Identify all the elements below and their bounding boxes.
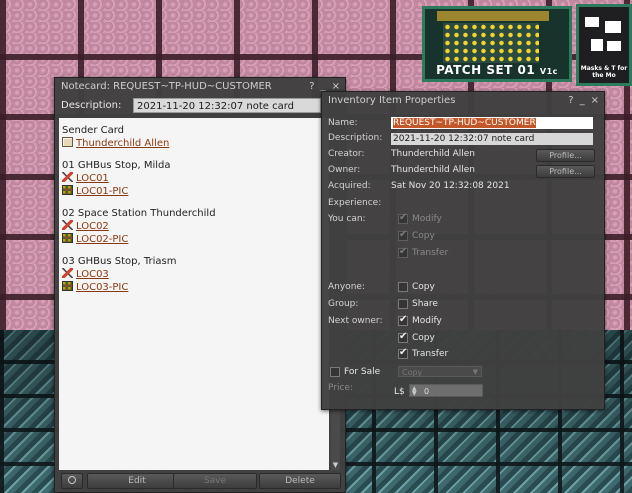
- landmark-icon: [62, 172, 73, 182]
- patch-set-header: [437, 11, 549, 21]
- patch-set-label: PATCH SET 01: [436, 63, 536, 77]
- entry-heading: 03 GHBus Stop, Triasm: [62, 256, 177, 267]
- creator-profile-button[interactable]: Profile...: [536, 149, 595, 162]
- description-label: Description:: [328, 133, 383, 143]
- name-value: REQUEST~TP-HUD~CUSTOMER: [393, 118, 536, 128]
- name-label: Name:: [328, 118, 358, 128]
- anyone-label: Anyone:: [328, 282, 365, 292]
- group-share-checkbox[interactable]: [398, 299, 408, 309]
- save-button[interactable]: Save: [173, 473, 257, 489]
- price-label: Price:: [328, 383, 353, 393]
- masks-shapes: [585, 17, 625, 57]
- currency-label: L$: [394, 387, 405, 397]
- spinner-icon[interactable]: ▲ ▼: [412, 386, 417, 397]
- edit-button[interactable]: Edit: [87, 473, 187, 489]
- patch-set-board: PATCH SET 01 V1c: [422, 6, 572, 82]
- landmark-icon: [62, 220, 73, 230]
- texture-icon: [62, 185, 73, 195]
- delete-button[interactable]: Delete: [259, 473, 341, 489]
- you-can-label: You can:: [328, 214, 366, 224]
- texture-link[interactable]: LOC02-PIC: [76, 234, 128, 245]
- owner-value: Thunderchild Allen: [391, 165, 475, 175]
- name-input[interactable]: REQUEST~TP-HUD~CUSTOMER: [391, 117, 593, 129]
- for-sale-label: For Sale: [344, 367, 381, 377]
- creator-value: Thunderchild Allen: [391, 149, 475, 159]
- texture-link[interactable]: LOC03-PIC: [76, 282, 128, 293]
- sender-label: Sender Card: [62, 125, 125, 136]
- next-owner-modify-label: Modify: [412, 316, 442, 326]
- notecard-titlebar[interactable]: Notecard: REQUEST~TP-HUD~CUSTOMER ? _ ×: [55, 78, 345, 95]
- masks-label: Masks & T for the Mo: [580, 65, 628, 79]
- you-can-transfer-label: Transfer: [412, 248, 449, 258]
- price-input[interactable]: ▲ ▼ 0: [409, 384, 483, 397]
- description-label: Description:: [61, 100, 122, 111]
- landmark-link[interactable]: LOC01: [76, 173, 109, 184]
- sale-type-value: Copy: [402, 368, 423, 377]
- texture-icon: [62, 233, 73, 243]
- close-button[interactable]: ×: [591, 95, 599, 106]
- next-owner-label: Next owner:: [328, 316, 383, 326]
- notecard-title: Notecard: REQUEST~TP-HUD~CUSTOMER: [61, 81, 272, 92]
- properties-titlebar[interactable]: Inventory Item Properties ? _ ×: [322, 92, 604, 109]
- owner-label: Owner:: [328, 165, 361, 175]
- next-owner-copy-checkbox[interactable]: [398, 331, 408, 343]
- landmark-icon: [62, 268, 73, 278]
- you-can-modify-label: Modify: [412, 214, 442, 224]
- for-sale-checkbox[interactable]: [330, 367, 340, 377]
- texture-link[interactable]: LOC01-PIC: [76, 186, 128, 197]
- notecard-window: Notecard: REQUEST~TP-HUD~CUSTOMER ? _ × De…: [54, 77, 346, 493]
- creator-label: Creator:: [328, 149, 365, 159]
- scroll-down-icon[interactable]: ▼: [331, 460, 340, 470]
- help-button[interactable]: ?: [568, 95, 573, 106]
- next-owner-transfer-checkbox[interactable]: [398, 347, 408, 359]
- search-button[interactable]: [61, 473, 83, 489]
- landmark-link[interactable]: LOC02: [76, 221, 109, 232]
- chevron-down-icon: ▼: [472, 368, 478, 376]
- entry-heading: 01 GHBus Stop, Milda: [62, 160, 171, 171]
- experience-label: Experience:: [328, 198, 382, 208]
- next-owner-modify-checkbox[interactable]: [398, 314, 408, 326]
- description-row: Description: 2021-11-20 12:32:07 note ca…: [55, 96, 345, 116]
- patch-set-grid: [443, 23, 539, 63]
- you-can-modify-checkbox: [398, 212, 408, 224]
- description-input[interactable]: 2021-11-20 12:32:07 note card: [391, 133, 593, 145]
- calling-card-icon: [62, 137, 73, 147]
- you-can-transfer-checkbox: [398, 246, 408, 258]
- patch-set-sublabel: V1c: [539, 67, 558, 76]
- notecard-button-bar: Edit Save Delete: [55, 472, 345, 492]
- price-value: 0: [424, 387, 430, 396]
- entry-heading: 02 Space Station Thunderchild: [62, 208, 216, 219]
- next-owner-copy-label: Copy: [412, 333, 435, 343]
- group-label: Group:: [328, 299, 359, 309]
- next-owner-transfer-label: Transfer: [412, 349, 449, 359]
- properties-title: Inventory Item Properties: [328, 95, 456, 106]
- properties-window: Inventory Item Properties ? _ × Name: REQU…: [321, 91, 605, 410]
- landmark-link[interactable]: LOC03: [76, 269, 109, 280]
- acquired-value: Sat Nov 20 12:32:08 2021: [391, 181, 510, 191]
- help-button[interactable]: ?: [309, 81, 314, 92]
- sender-link[interactable]: Thunderchild Allen: [76, 138, 169, 149]
- texture-icon: [62, 281, 73, 291]
- anyone-copy-label: Copy: [412, 282, 435, 292]
- you-can-copy-label: Copy: [412, 231, 435, 241]
- sale-type-dropdown[interactable]: Copy ▼: [398, 366, 482, 377]
- minimize-button[interactable]: _: [580, 95, 585, 106]
- anyone-copy-checkbox[interactable]: [398, 282, 408, 292]
- description-field[interactable]: 2021-11-20 12:32:07 note card: [133, 98, 321, 113]
- notecard-text-editor[interactable]: Sender Card Thunderchild Allen 01 GHBus …: [59, 118, 329, 470]
- you-can-copy-checkbox: [398, 229, 408, 241]
- group-share-label: Share: [412, 299, 438, 309]
- search-icon: [68, 476, 76, 484]
- masks-board: Masks & T for the Mo: [576, 4, 632, 86]
- owner-profile-button[interactable]: Profile...: [536, 165, 595, 178]
- acquired-label: Acquired:: [328, 181, 371, 191]
